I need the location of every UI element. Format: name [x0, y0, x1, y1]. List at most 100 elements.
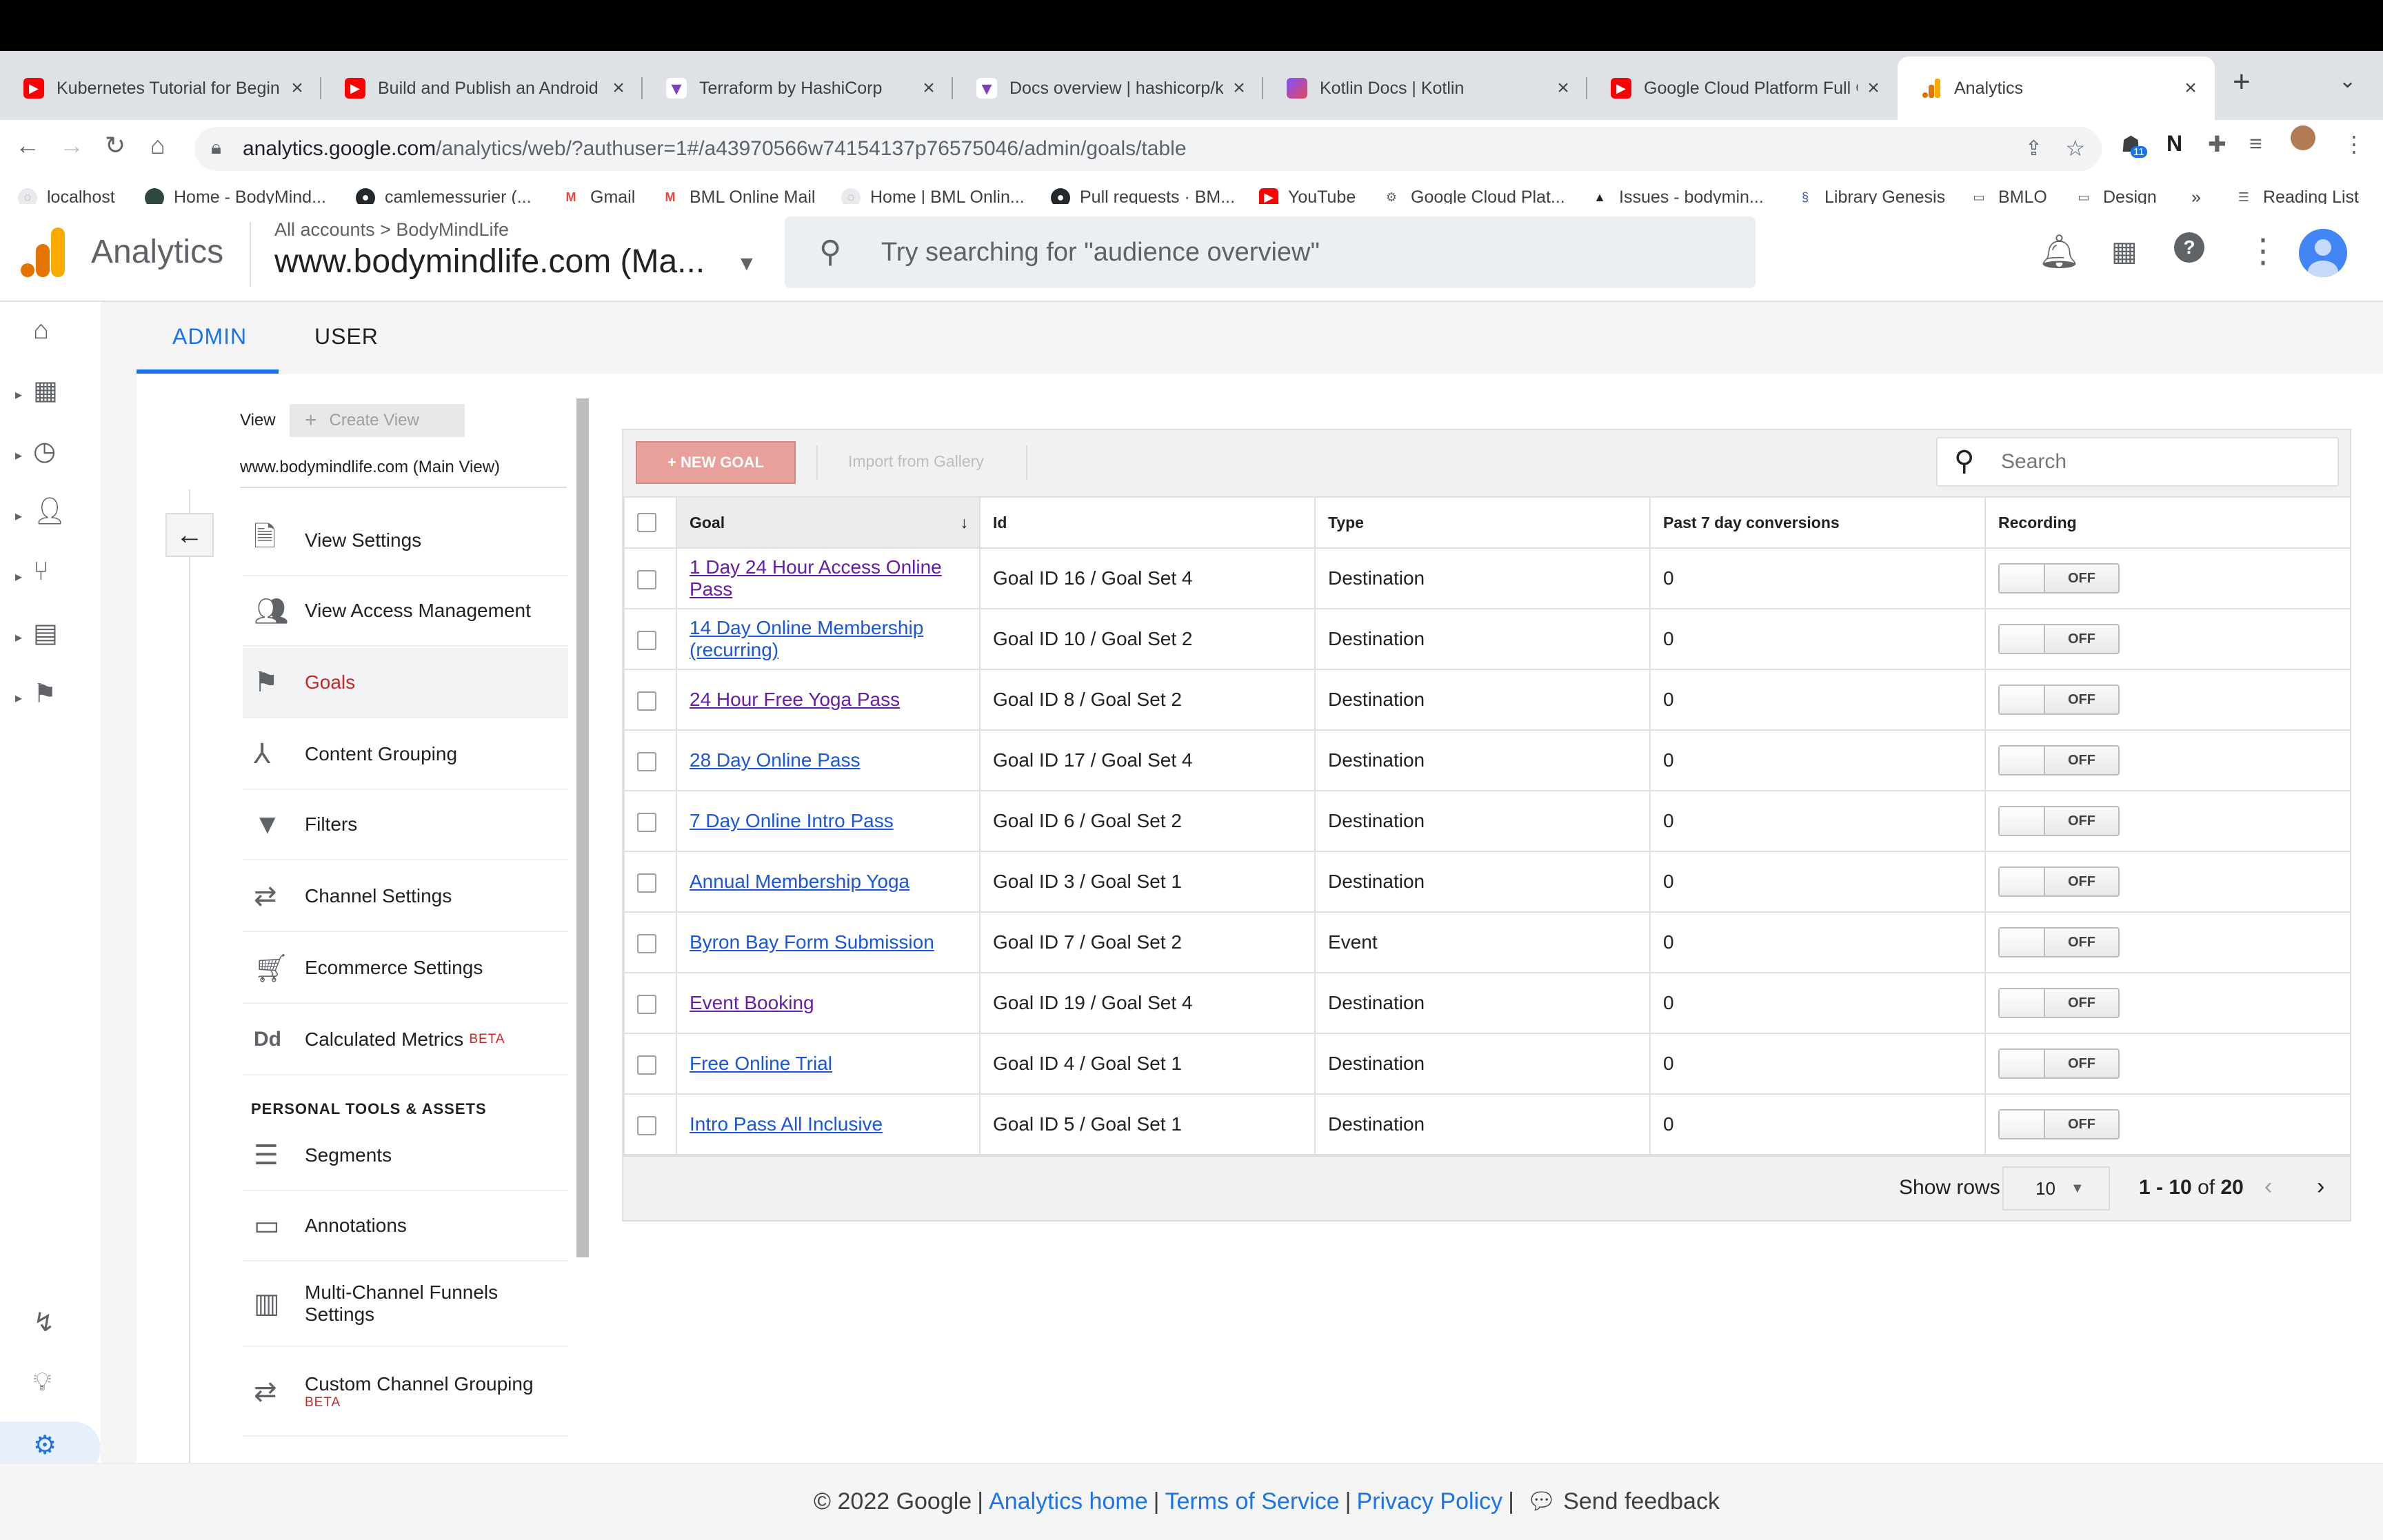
extension-icon[interactable]: ☗ 11 [2121, 131, 2147, 158]
behavior-icon[interactable]: ▤ [33, 618, 58, 649]
row-checkbox[interactable] [623, 851, 677, 913]
recording-toggle[interactable]: OFF [1998, 745, 2120, 776]
close-tab-icon[interactable]: × [918, 77, 939, 100]
search-input[interactable]: ⚲ Try searching for "audience overview" [785, 216, 1756, 288]
rows-per-page-select[interactable]: 10 ▼ [2002, 1166, 2110, 1210]
feedback-icon[interactable]: 💬︎ [1527, 1488, 1556, 1514]
recording-toggle[interactable]: OFF [1998, 563, 2120, 594]
browser-tab[interactable]: ▶ Build and Publish an Android × [321, 57, 643, 120]
browser-tab[interactable]: ▾ Docs overview | hashicorp/ku × [953, 57, 1263, 120]
reload-icon[interactable]: ↻ [105, 131, 125, 160]
new-tab-icon[interactable]: + [2233, 65, 2251, 99]
new-goal-button[interactable]: + NEW GOAL [636, 441, 796, 484]
goal-link[interactable]: Event Booking [690, 992, 814, 1013]
import-from-gallery-button[interactable]: Import from Gallery [848, 452, 984, 471]
menu-view-settings[interactable]: 🗎 View Settings [243, 506, 568, 576]
url-bar[interactable]: 🔒︎ analytics.google.com/analytics/web/?a… [194, 127, 2102, 171]
browser-tab[interactable]: ▶ Kubernetes Tutorial for Begin × [0, 57, 321, 120]
recording-toggle[interactable]: OFF [1998, 685, 2120, 715]
close-tab-icon[interactable]: × [1863, 77, 1884, 100]
forward-icon[interactable]: → [59, 131, 84, 160]
breadcrumb[interactable]: All accounts > BodyMindLife [274, 219, 509, 241]
menu-view-access-management[interactable]: 👥︎ View Access Management [243, 576, 568, 647]
recording-toggle[interactable]: OFF [1998, 806, 2120, 836]
close-tab-icon[interactable]: × [1229, 77, 1249, 100]
row-checkbox[interactable] [623, 972, 677, 1034]
select-all-checkbox[interactable] [623, 496, 677, 549]
more-vert-icon[interactable]: ⋮ [2246, 232, 2280, 270]
column-header-conversions[interactable]: Past 7 day conversions [1649, 496, 1986, 549]
menu-calculated-metrics[interactable]: Dd Calculated Metrics BETA [243, 1005, 568, 1075]
column-header-recording[interactable]: Recording [1984, 496, 2351, 549]
browser-tab[interactable]: ▾ Terraform by HashiCorp × [643, 57, 953, 120]
recording-toggle[interactable]: OFF [1998, 927, 2120, 958]
property-selector[interactable]: www.bodymindlife.com (Ma... [274, 243, 705, 281]
account-avatar[interactable] [2299, 229, 2347, 277]
help-icon[interactable]: ? [2173, 232, 2205, 272]
home-icon[interactable]: ⌂ [150, 131, 165, 160]
caret-down-icon[interactable]: ▼ [736, 252, 757, 276]
menu-ecommerce-settings[interactable]: 🛒︎ Ecommerce Settings [243, 933, 568, 1004]
browser-tab-active[interactable]: Analytics × [1898, 57, 2215, 120]
terms-link[interactable]: Terms of Service [1165, 1488, 1339, 1514]
row-checkbox[interactable] [623, 1093, 677, 1155]
row-checkbox[interactable] [623, 608, 677, 670]
menu-annotations[interactable]: ▭ Annotations [243, 1191, 568, 1262]
browser-tab[interactable]: ▶ Google Cloud Platform Full C × [1587, 57, 1898, 120]
customization-icon[interactable]: ▦ [33, 375, 58, 406]
table-search-input[interactable]: ⚲ Search [1936, 437, 2339, 487]
menu-goals[interactable]: ⚑ Goals [243, 648, 568, 718]
row-checkbox[interactable] [623, 669, 677, 731]
home-icon[interactable]: ⌂ [33, 316, 49, 345]
acquisition-icon[interactable]: ⑂ [33, 557, 49, 587]
conversions-flag-icon[interactable]: ⚑ [33, 678, 57, 709]
notifications-bell-icon[interactable]: 🔔︎ [2038, 232, 2080, 271]
share-icon[interactable]: ⇪ [2025, 136, 2042, 161]
browser-tab[interactable]: Kotlin Docs | Kotlin × [1263, 57, 1587, 120]
browser-menu-icon[interactable]: ⋮ [2343, 131, 2365, 157]
back-arrow-button[interactable]: ← [165, 513, 214, 557]
menu-multi-channel-funnels-settings[interactable]: ▥ Multi-Channel Funnels Settings [243, 1262, 568, 1347]
tab-admin[interactable]: ADMIN [172, 324, 247, 349]
row-checkbox[interactable] [623, 729, 677, 791]
row-checkbox[interactable] [623, 547, 677, 609]
reading-list-icon[interactable]: ≡ [2249, 131, 2262, 156]
goal-link[interactable]: 28 Day Online Pass [690, 749, 860, 771]
view-name[interactable]: www.bodymindlife.com (Main View) [240, 458, 500, 477]
profile-avatar-icon[interactable] [2291, 125, 2315, 150]
goal-link[interactable]: 1 Day 24 Hour Access Online Pass [690, 556, 942, 600]
goal-link[interactable]: 7 Day Online Intro Pass [690, 810, 894, 831]
column-header-id[interactable]: Id [979, 496, 1316, 549]
audience-person-icon[interactable]: 👤︎ [33, 496, 66, 527]
privacy-link[interactable]: Privacy Policy [1356, 1488, 1502, 1514]
recording-toggle[interactable]: OFF [1998, 624, 2120, 654]
column-header-goal[interactable]: Goal ↓ [676, 496, 981, 549]
column-header-type[interactable]: Type [1314, 496, 1651, 549]
menu-custom-channel-grouping[interactable]: ⇄ Custom Channel Grouping BETA [243, 1348, 568, 1437]
recording-toggle[interactable]: OFF [1998, 1109, 2120, 1139]
close-tab-icon[interactable]: × [287, 77, 308, 100]
close-tab-icon[interactable]: × [1553, 77, 1573, 100]
recording-toggle[interactable]: OFF [1998, 988, 2120, 1018]
analytics-home-link[interactable]: Analytics home [989, 1488, 1148, 1514]
next-page-icon[interactable]: › [2317, 1173, 2324, 1200]
menu-filters[interactable]: ▼ Filters [243, 790, 568, 860]
create-view-button[interactable]: + Create View [290, 404, 465, 437]
menu-channel-settings[interactable]: ⇄ Channel Settings [243, 862, 568, 932]
goal-link[interactable]: 24 Hour Free Yoga Pass [690, 689, 900, 710]
apps-grid-icon[interactable]: ▦ [2111, 236, 2138, 267]
goal-link[interactable]: Free Online Trial [690, 1053, 832, 1074]
discover-lightbulb-icon[interactable]: 💡︎ [33, 1368, 52, 1397]
tab-user[interactable]: USER [314, 324, 379, 349]
row-checkbox[interactable] [623, 1033, 677, 1095]
attribution-icon[interactable]: ↯ [33, 1307, 55, 1338]
goal-link[interactable]: Annual Membership Yoga [690, 871, 909, 892]
goal-link[interactable]: Intro Pass All Inclusive [690, 1113, 883, 1135]
tab-search-icon[interactable]: ⌄ [2339, 69, 2356, 93]
admin-gear-icon[interactable]: ⚙ [33, 1430, 57, 1461]
recording-toggle[interactable]: OFF [1998, 867, 2120, 897]
column-scrollbar[interactable] [576, 398, 589, 1257]
menu-content-grouping[interactable]: ⅄ Content Grouping [243, 720, 568, 790]
menu-segments[interactable]: ☰ Segments [243, 1121, 568, 1191]
close-tab-icon[interactable]: × [608, 77, 629, 100]
